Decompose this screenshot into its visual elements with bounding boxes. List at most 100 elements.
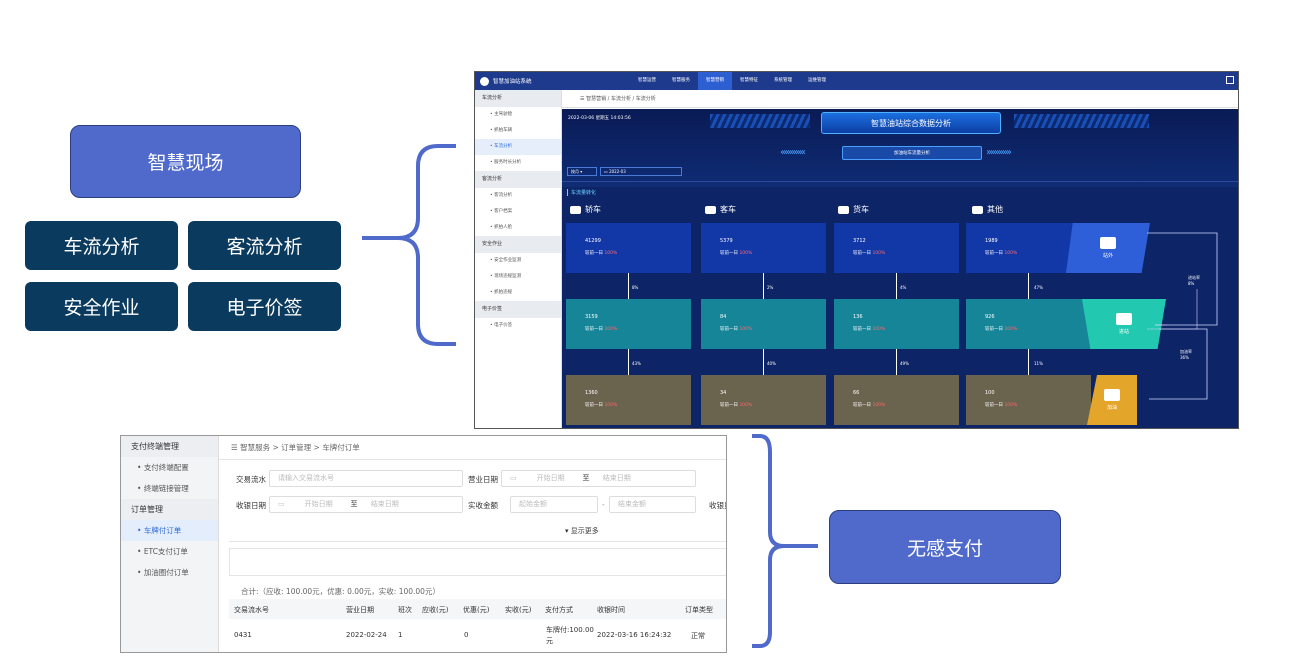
window-icon[interactable] — [1226, 76, 1234, 84]
sidebar-item[interactable]: • 服务时长分析 — [475, 155, 561, 171]
stat-card: 66 较前一日 100% — [834, 375, 959, 425]
show-more-button[interactable]: ▾ 显示更多 — [565, 526, 599, 536]
money-bag-icon — [1104, 389, 1120, 401]
sidebar-item[interactable]: • ETC支付订单 — [121, 541, 218, 562]
side-note: 进站率 8% — [1188, 275, 1200, 286]
start-amount-input[interactable]: 起始金额 — [510, 496, 598, 513]
stat-card: 34 较前一日 100% — [701, 375, 826, 425]
e-price-tag-label: 电子价签 — [188, 282, 341, 331]
sidebar-item[interactable]: • 终端链接管理 — [121, 478, 218, 499]
chevrons-right-icon: ›››››››››››› — [986, 147, 1012, 158]
nav-item[interactable]: 运维管理 — [800, 72, 834, 90]
app-logo-icon — [480, 76, 489, 86]
nav-item-active[interactable]: 智慧营销 — [698, 72, 732, 90]
sidebar-item[interactable]: • 客户档案 — [475, 204, 561, 220]
sidebar-group[interactable]: 安全作业 — [475, 236, 561, 253]
table-cell: 2022-02-24 — [346, 631, 387, 639]
bus-icon — [705, 205, 716, 214]
connector — [1028, 349, 1029, 375]
table-cell: 正常 — [691, 632, 705, 640]
sidebar-group[interactable]: 订单管理 — [121, 499, 218, 520]
orders-screenshot: 支付终端管理 • 支付终端配置 • 终端链接管理 订单管理 • 车牌付订单 • … — [120, 435, 727, 653]
sidebar-item-active[interactable]: • 车牌付订单 — [121, 520, 218, 541]
header-decoration — [710, 114, 810, 128]
chevrons-left-icon: ‹‹‹‹‹‹‹‹‹‹‹‹ — [780, 147, 806, 158]
nav-item[interactable]: 智慧特征 — [732, 72, 766, 90]
connector — [763, 273, 764, 299]
recv-date-range[interactable]: ▭ 开始日期 至 结束日期 — [269, 496, 463, 513]
dash-separator: - — [602, 500, 605, 509]
stat-card: 84 较前一日 100% — [701, 299, 826, 349]
date-picker[interactable]: ▭ 2022-03 — [600, 167, 682, 176]
car-icon — [570, 205, 581, 214]
table-header-cell: 营业日期 — [346, 606, 374, 614]
section-title: 车流量转化 — [567, 189, 596, 196]
stat-card: 41299 较前一日 100% — [566, 223, 691, 273]
connector — [628, 349, 629, 375]
nav-item[interactable]: 系统管理 — [766, 72, 800, 90]
conversion-pct: 40% — [767, 361, 776, 366]
divider — [229, 541, 726, 542]
table-header-cell: 班次 — [398, 606, 412, 614]
smart-site-label: 智慧现场 — [70, 125, 301, 198]
left-brace — [362, 144, 456, 346]
table-cell: 车牌付:100.00元 — [546, 626, 594, 645]
column-other: 其他 — [972, 204, 1003, 215]
dashboard-subtitle: 加油站车流量分析 — [842, 146, 982, 160]
stat-card: 926 较前一日 100% — [966, 299, 1091, 349]
sidebar-item[interactable]: • 现场违规监测 — [475, 269, 561, 285]
sidebar-item[interactable]: • 安全作业监测 — [475, 253, 561, 269]
period-select[interactable]: 按月 ▾ — [567, 167, 597, 176]
sidebar-item[interactable]: • 主驾驶舱 — [475, 107, 561, 123]
recv-date-label: 收银日期 — [236, 501, 266, 510]
column-bus: 客车 — [705, 204, 736, 215]
conversion-pct: 11% — [1034, 361, 1043, 366]
sidebar-item-active[interactable]: • 车流分析 — [475, 139, 561, 155]
sidebar-group[interactable]: 客流分析 — [475, 171, 561, 188]
menu-icon[interactable]: ☰ — [231, 443, 240, 452]
column-sedan: 轿车 — [570, 204, 601, 215]
table-header-cell: 实收(元) — [505, 606, 532, 614]
sidebar-item[interactable]: • 支付终端配置 — [121, 457, 218, 478]
stat-card: 136 较前一日 100% — [834, 299, 959, 349]
right-brace — [752, 434, 818, 648]
vehicle-flow-label: 车流分析 — [25, 221, 178, 270]
sidebar-group[interactable]: 支付终端管理 — [121, 436, 218, 457]
table-row[interactable]: 0431 2022-02-24 1 0 车牌付:100.00元 2022-03-… — [229, 619, 726, 652]
stat-card: 3712 较前一日 100% — [834, 223, 959, 273]
fuel-pump-icon — [1116, 313, 1132, 325]
table-header-cell: 优惠(元) — [463, 606, 490, 614]
table-cell: 2022-03-16 16:24:32 — [597, 631, 672, 639]
stat-card: 5379 较前一日 100% — [701, 223, 826, 273]
seamless-payment-label: 无感支付 — [829, 510, 1061, 584]
header-decoration — [1014, 114, 1149, 128]
sidebar-group[interactable]: 电子价签 — [475, 301, 561, 318]
conversion-pct: 49% — [900, 361, 909, 366]
sidebar-item[interactable]: • 客流分析 — [475, 188, 561, 204]
nav-item[interactable]: 智慧运营 — [630, 72, 664, 90]
sidebar-item[interactable]: • 电子价签 — [475, 318, 561, 334]
connector — [763, 349, 764, 375]
dashboard-panel: 2022-03-06 星期五 14:03:56 智慧油站综合数据分析 ‹‹‹‹‹… — [562, 109, 1238, 428]
car-icon — [1100, 237, 1116, 249]
table-cell: 0431 — [234, 631, 252, 639]
biz-date-range[interactable]: ▭ 开始日期 至 结束日期 — [501, 470, 696, 487]
sidebar-group[interactable]: 车流分析 — [475, 90, 561, 107]
sidebar-item[interactable]: • 抓拍车辆 — [475, 123, 561, 139]
sidebar-item[interactable]: • 抓拍违规 — [475, 285, 561, 301]
safety-work-label: 安全作业 — [25, 282, 178, 331]
end-amount-input[interactable]: 结束金额 — [609, 496, 696, 513]
summary: 合计:（应收: 100.00元，优惠: 0.00元，实收: 100.00元） — [241, 587, 440, 596]
table-header-cell: 收银时间 — [597, 606, 625, 614]
conversion-pct: 2% — [767, 285, 774, 290]
conversion-pct: 8% — [632, 285, 639, 290]
connector — [628, 273, 629, 299]
sidebar: 车流分析 • 主驾驶舱 • 抓拍车辆 • 车流分析 • 服务时长分析 客流分析 … — [475, 90, 562, 428]
nav-item[interactable]: 智慧服务 — [664, 72, 698, 90]
sidebar-item[interactable]: • 加油圈付订单 — [121, 562, 218, 583]
dashboard-screenshot: 智慧加油站系统 智慧运营 智慧服务 智慧营销 智慧特征 系统管理 运维管理 车流… — [474, 71, 1239, 429]
txn-input[interactable]: 请输入交易流水号 — [269, 470, 463, 487]
datetime: 2022-03-06 星期五 14:03:56 — [568, 116, 631, 121]
amount-label: 实收金额 — [468, 501, 498, 510]
sidebar-item[interactable]: • 抓拍人脸 — [475, 220, 561, 236]
